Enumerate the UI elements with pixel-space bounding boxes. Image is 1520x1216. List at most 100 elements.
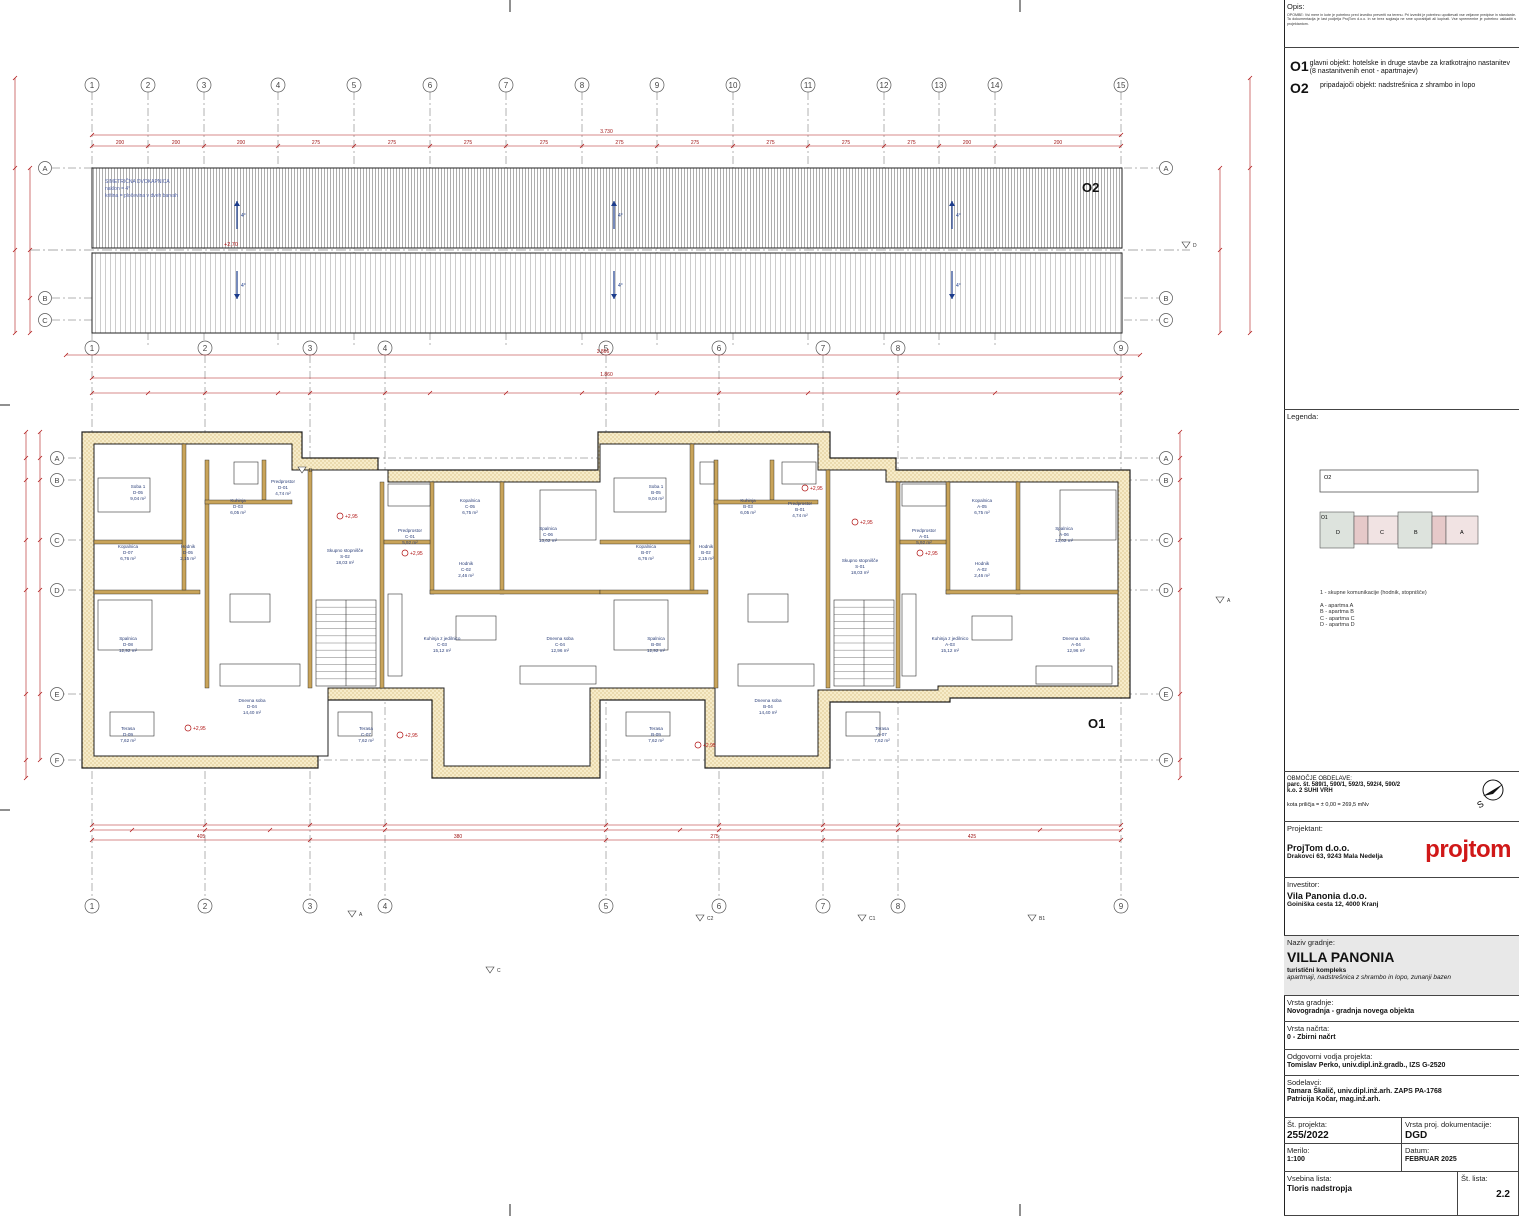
vsebina-value: Tloris nadstropja xyxy=(1287,1184,1352,1193)
room-code: B-08 xyxy=(651,642,661,647)
legend-item: D - apartma D xyxy=(1320,622,1355,628)
section-marker xyxy=(347,910,357,918)
object-o2: O2 pripadajoči objekt: nadstrešnica z sh… xyxy=(1284,80,1519,96)
level-mark-value: +2,95 xyxy=(405,733,418,739)
datum-value: FEBRUAR 2025 xyxy=(1405,1156,1457,1163)
project-subtitle: turistični kompleks xyxy=(1287,967,1347,974)
section-marker xyxy=(1181,241,1191,249)
grid-row-label: F xyxy=(55,756,60,765)
legend-diagram: O2 O1 D C B A xyxy=(1319,469,1479,549)
objects-section: O1 glavni objekt: hotelske in druge stav… xyxy=(1284,48,1519,410)
room-code: B-02 xyxy=(701,550,711,555)
section-marker-label: C2 xyxy=(707,916,714,922)
grid-axis-label: 1 xyxy=(90,344,95,353)
sodelavec-2: Patricija Kočar, mag.inž.arh. xyxy=(1287,1096,1381,1103)
room-code: C-03 xyxy=(437,642,447,647)
interior-wall xyxy=(429,481,435,595)
grid-axis-label: 1 xyxy=(90,902,95,911)
dimension-value: 200 xyxy=(1054,140,1063,146)
room-area: 6,75 m² xyxy=(462,510,478,515)
room-name: Dnevna soba xyxy=(546,636,574,641)
interior-wall xyxy=(204,459,210,689)
room-area: 9,04 m² xyxy=(648,496,664,501)
grid-axis-label: 11 xyxy=(804,81,813,90)
st-lista-label: Št. lista: xyxy=(1461,1174,1488,1183)
room-area: 18,03 m² xyxy=(851,570,870,575)
room-code: D-01 xyxy=(278,485,288,490)
dimension-value: 275 xyxy=(766,140,775,146)
grid-row-label: C xyxy=(1163,316,1169,325)
object-o2-desc: pripadajoči objekt: nadstrešnica z shram… xyxy=(1320,82,1476,89)
room-code: A-05 xyxy=(977,504,987,509)
interior-wall xyxy=(713,459,719,689)
room-code: A-06 xyxy=(1059,532,1069,537)
grid-row-label: C xyxy=(54,536,60,545)
room-area: 18,03 m² xyxy=(336,560,355,565)
level-mark-symbol xyxy=(396,731,404,739)
room-name: Kuhinja xyxy=(230,498,246,503)
grid-axis-label: 4 xyxy=(276,81,281,90)
room-name: Terasa xyxy=(875,726,889,731)
vrsta-gradnje-section: Vrsta gradnje: Novogradnja - gradnja nov… xyxy=(1284,996,1519,1022)
room-code: D-09 xyxy=(123,732,133,737)
grid-axis-label: 7 xyxy=(821,344,826,353)
room-name: Kopalnica xyxy=(460,498,481,503)
section-marker xyxy=(1027,914,1037,922)
north-arrow-icon: S xyxy=(1475,779,1504,810)
grid-axis-label: 14 xyxy=(991,81,1000,90)
vrsta-gradnje-value: Novogradnja - gradnja novega objekta xyxy=(1287,1008,1415,1015)
kitchen-counter xyxy=(387,483,431,507)
legend-unit-d: D xyxy=(1336,530,1340,536)
room-area: 15,12 m² xyxy=(941,648,960,653)
vodja-value: Tomislav Perko, univ.dipl.inž.gradb., IZ… xyxy=(1287,1062,1446,1069)
room-name: Dnevna soba xyxy=(754,698,782,703)
room-code: B-09 xyxy=(651,732,661,737)
interior-wall xyxy=(945,481,951,595)
room-code: A-03 xyxy=(945,642,955,647)
room-code: C-02 xyxy=(461,567,471,572)
room-name: Skupno stopnišče xyxy=(842,558,879,563)
object-o2-code: O2 xyxy=(1290,80,1309,96)
dimension-value: 1.860 xyxy=(600,372,613,378)
table xyxy=(625,711,671,737)
room-name: Spalnica xyxy=(539,526,557,531)
room-code: B-07 xyxy=(641,550,651,555)
grid-axis-label: 8 xyxy=(896,902,901,911)
interior-wall xyxy=(825,469,831,689)
legend-unit-c: C xyxy=(1380,530,1384,536)
merilo-label: Merilo: xyxy=(1287,1146,1310,1155)
vrsta-dok-value: DGD xyxy=(1405,1130,1428,1141)
project-description: apartmaji, nadstrešnica z shrambo in lop… xyxy=(1287,974,1452,981)
interior-wall xyxy=(204,499,293,505)
opis-note: OPOMBE: Vsi mere in kote je potrebno pre… xyxy=(1287,13,1516,26)
room-area: 14,40 m² xyxy=(243,710,262,715)
kitchen-counter xyxy=(233,461,259,485)
room-name: Predprostor xyxy=(788,501,812,506)
room-name: Kuhinja z jedilnico xyxy=(424,636,461,641)
dimension-value: 405 xyxy=(197,834,206,840)
slope-value: 4° xyxy=(241,283,246,289)
datum-cell: Datum: FEBRUAR 2025 xyxy=(1402,1144,1519,1172)
roof-note-line-1: SIMETRIČNA DVOKAPNICA xyxy=(105,178,170,185)
vrsta-dok-cell: Vrsta proj. dokumentacije: DGD xyxy=(1402,1118,1519,1144)
floor-plan: 1 2 3 4 5 6 7 8 9 10 11 12 13 14 15112233445566778899A… xyxy=(0,0,1253,1216)
table xyxy=(455,615,497,641)
st-lista-value: 2.2 xyxy=(1496,1189,1510,1200)
grid-axis-label: 12 xyxy=(880,81,889,90)
grid-axis-label: 6 xyxy=(428,81,433,90)
room-name: Predprostor xyxy=(398,528,422,533)
grid-axis-label: 5 xyxy=(604,902,609,911)
room-name: Terasa xyxy=(649,726,663,731)
title-block: Opis: OPOMBE: Vsi mere in kote je potreb… xyxy=(1284,0,1520,1216)
grid-row-label: B xyxy=(1163,294,1168,303)
room-area: 6,76 m² xyxy=(638,556,654,561)
room-name: Soba 1 xyxy=(649,484,664,489)
floor-plan-o1: Soba 1D-059,04 m² KuhinjaD-036,05 m²Predp… xyxy=(81,241,1231,974)
room-area: 15,12 m² xyxy=(433,648,452,653)
level-mark-value: +2,95 xyxy=(925,551,938,557)
grid-row-label: D xyxy=(1163,586,1169,595)
section-marker-label: C1 xyxy=(869,916,876,922)
interior-wall xyxy=(379,481,385,689)
roof-object-label: O2 xyxy=(1082,180,1099,195)
room-area: 2,15 m² xyxy=(698,556,714,561)
